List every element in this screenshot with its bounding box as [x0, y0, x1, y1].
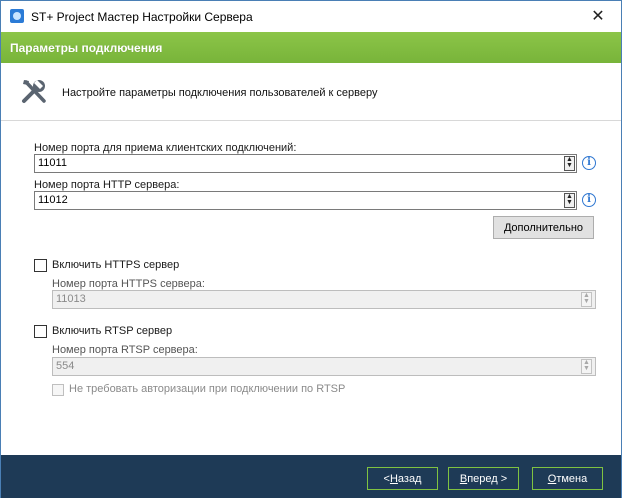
intro-text: Настройте параметры подключения пользова… [62, 87, 378, 99]
http-port-input[interactable]: 11012 [34, 191, 577, 210]
cancel-button-label: тмена [556, 472, 588, 485]
rtsp-port-stepper: ▲ ▼ [581, 359, 592, 374]
info-icon[interactable]: i [582, 193, 596, 207]
rtsp-port-label: Номер порта RTSP сервера: [52, 344, 198, 356]
step-header: Параметры подключения [1, 32, 621, 63]
back-button-label: азад [397, 472, 422, 485]
back-button-hotkey: Н [389, 472, 398, 485]
wizard-window: ST+ Project Мастер Настройки Сервера ✕ П… [0, 0, 622, 498]
rtsp-port-input: 554 [52, 357, 596, 376]
https-port-input: 11013 [52, 290, 596, 309]
client-port-input[interactable]: 11011 [34, 154, 577, 173]
close-button[interactable]: ✕ [575, 1, 621, 31]
advanced-button-label: ополнительно [511, 221, 584, 234]
step-title: Параметры подключения [10, 41, 163, 55]
rtsp-checkbox[interactable] [34, 325, 47, 338]
client-port-label: Номер порта для приема клиентских подклю… [34, 142, 297, 154]
next-button[interactable]: Вперед > [448, 467, 519, 490]
title-bar: ST+ Project Мастер Настройки Сервера ✕ [1, 1, 621, 32]
http-port-label: Номер порта HTTP сервера: [34, 179, 180, 191]
info-icon[interactable]: i [582, 156, 596, 170]
rtsp-no-auth-checkbox [52, 384, 64, 396]
intro-panel: Настройте параметры подключения пользова… [1, 63, 621, 121]
https-checkbox-label: Включить HTTPS сервер [52, 259, 180, 271]
rtsp-checkbox-label: Включить RTSP сервер [52, 325, 173, 337]
back-button[interactable]: < Назад [367, 467, 438, 490]
https-port-stepper: ▲ ▼ [581, 292, 592, 307]
rtsp-no-auth-label: Не требовать авторизации при подключении… [69, 383, 346, 395]
client-port-stepper[interactable]: ▲ ▼ [564, 156, 575, 171]
tools-icon [22, 80, 46, 103]
next-button-hotkey: В [459, 472, 468, 485]
wizard-footer: < Назад Вперед > Отмена [1, 455, 621, 498]
cancel-button[interactable]: Отмена [532, 467, 603, 490]
app-icon [10, 9, 24, 23]
window-title: ST+ Project Мастер Настройки Сервера [31, 10, 253, 24]
https-checkbox[interactable] [34, 259, 47, 272]
https-port-label: Номер порта HTTPS сервера: [52, 278, 205, 290]
http-port-stepper[interactable]: ▲ ▼ [564, 193, 575, 208]
advanced-button[interactable]: Дополнительно [493, 216, 594, 239]
cancel-button-hotkey: О [547, 472, 557, 485]
advanced-button-hotkey: Д [503, 221, 512, 234]
next-button-label: перед > [467, 472, 508, 485]
